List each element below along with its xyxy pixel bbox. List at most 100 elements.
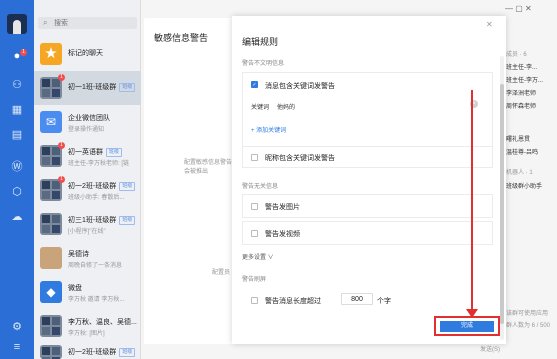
chat-snippet: [小程序]"在线" (68, 229, 106, 235)
unread-badge: 1 (58, 176, 65, 183)
member-item[interactable]: 温桂尊-吕鸣 (506, 147, 538, 156)
chat-snippet: 登录操作通知 (68, 127, 105, 133)
user-avatar[interactable] (7, 14, 27, 34)
chat-snippet: 李万秋: [图片] (68, 331, 105, 337)
list-item[interactable]: 1 初一2班-班级群 班级 班级小助手: 春散后... (34, 173, 141, 207)
modal-title: 编辑规则 (242, 37, 279, 47)
bot-item[interactable]: 班级群小助手 (506, 181, 542, 190)
list-item[interactable]: ◆ 微盘 李万秋 邀请 李万秋... (34, 275, 141, 309)
done-highlight: 完成 (434, 316, 500, 336)
group-avatar (40, 345, 62, 359)
wework-team-icon: ✉ (40, 111, 62, 133)
list-item[interactable]: 1 初一英语群 班级 班主任-李万秋老师: [链 (34, 139, 141, 173)
chat-snippet: 周晚自修了一条消息 (68, 263, 123, 269)
menu-icon[interactable]: ≡ (10, 340, 24, 354)
chat-name: 微盘 (68, 285, 82, 292)
search-icon: ⌕ (43, 18, 48, 27)
chat-snippet: 班级小助手: 春散后... (68, 195, 125, 201)
class-tag: 班级 (119, 215, 136, 225)
video-checkbox[interactable] (251, 230, 258, 237)
settings-icon[interactable]: ⚙ (10, 320, 24, 334)
cloud-icon[interactable]: ☁ (10, 210, 24, 224)
list-item[interactable]: 吴德诗 周晚自修了一条消息 (34, 241, 141, 275)
class-tag: 班级 (119, 82, 136, 92)
section-spam: 警告刷屏 (242, 277, 267, 283)
video-rule-box: 警告发视频 (242, 221, 493, 245)
image-checkbox-label: 警告发图片 (265, 204, 300, 211)
member-item[interactable]: 班主任-李... (506, 62, 537, 71)
keyword-value[interactable]: 他妈的 (277, 102, 295, 111)
member-item[interactable]: 周怀森老师 (506, 101, 536, 110)
left-rail: ● 1 ⚇ ▦ ▤ Ⓦ ⬡ ☁ ⚙ ≡ (0, 0, 34, 359)
contacts-icon[interactable]: ⚇ (10, 78, 24, 92)
sensitive-info-drawer: 敏感信息警告 配置敏感信息警告，将会被推出 配置员 (144, 18, 244, 344)
list-item[interactable]: 初一2班-班级群 班级 (34, 343, 141, 359)
video-checkbox-label: 警告发视频 (265, 231, 300, 238)
image-rule-box: 警告发图片 (242, 194, 493, 218)
edit-rule-modal: 编辑规则 ✕ 警告不文明信息 ✓ 消息包含关键词发警告 关键词 他妈的 + 添加… (232, 16, 506, 344)
keyword-checkbox[interactable]: ✓ (251, 81, 258, 88)
close-icon[interactable]: ✕ (486, 20, 493, 29)
chat-name: 李万秋、温良、吴德... (68, 319, 137, 326)
class-tag: 班级 (106, 147, 123, 157)
class-tag: 班级 (119, 347, 136, 357)
list-item[interactable]: ✉ 企业微信团队 登录操作通知 (34, 105, 141, 139)
member-item[interactable]: 李泽洲老师 (506, 88, 536, 97)
length-checkbox[interactable] (251, 297, 258, 304)
chat-list: ⌕ ★ 标记的聊天 1 初一1班-班级群班级 ✉ 企业微信团队 登录操作通知 1… (34, 0, 141, 359)
unread-dot: 1 (20, 49, 27, 56)
box-icon[interactable]: ⬡ (10, 185, 24, 199)
section-irrelevant: 警告无关信息 (242, 184, 279, 190)
length-input[interactable] (341, 293, 373, 305)
member-panel: 成员 · 6 班主任-李... 班主任-李万... 李泽洲老师 周怀森老师 曙礼… (500, 44, 556, 344)
group-avatar (40, 315, 62, 337)
chat-snippet: 李万秋 邀请 李万秋... (68, 297, 125, 303)
doc-icon[interactable]: Ⓦ (10, 160, 24, 174)
image-checkbox[interactable] (251, 203, 258, 210)
chat-name: 初一英语群 班级 (68, 147, 123, 157)
chat-name: 初三1班-班级群 班级 (68, 215, 136, 225)
chat-name: 吴德诗 (68, 251, 89, 258)
search-bar[interactable]: ⌕ (38, 17, 137, 29)
member-item[interactable]: 班主任-李万... (506, 75, 543, 84)
group-hint: 该群可使用应用 (506, 311, 549, 317)
list-item[interactable]: ★ 标记的聊天 (34, 37, 141, 71)
chat-name: 初一2班-班级群 班级 (68, 181, 136, 191)
nickname-checkbox-label: 昵称包含关键词发警告 (265, 155, 335, 162)
nickname-checkbox[interactable] (251, 154, 258, 161)
group-avatar (40, 213, 62, 235)
modal-scrollbar[interactable] (500, 56, 504, 340)
annotation-arrow (471, 90, 473, 312)
star-icon: ★ (40, 43, 62, 65)
weidisk-icon: ◆ (40, 281, 62, 303)
chat-name: 企业微信团队 (68, 115, 110, 122)
list-item[interactable]: 初三1班-班级群 班级 [小程序]"在线" (34, 207, 141, 241)
chat-snippet: 班主任-李万秋老师: [链 (68, 161, 129, 167)
unread-badge: 1 (58, 142, 65, 149)
chat-name: 标记的聊天 (68, 50, 103, 57)
list-item[interactable]: 1 初一1班-班级群 班级 (34, 71, 141, 105)
done-button[interactable]: 完成 (440, 321, 494, 332)
class-tag: 班级 (119, 181, 136, 191)
group-hint: 群人数为 6 / 500 (506, 323, 551, 329)
length-rule-box: 警告消息长度超过 个字 (242, 288, 493, 312)
window-controls[interactable]: — ▢ ✕ (505, 4, 532, 13)
unread-badge: 1 (58, 74, 65, 81)
more-settings-toggle[interactable]: 更多设置 ∨ (242, 252, 274, 261)
scrollbar-thumb[interactable] (500, 84, 504, 324)
workbench-icon[interactable]: ▤ (10, 128, 24, 142)
keyword-checkbox-label: 消息包含关键词发警告 (265, 83, 335, 90)
list-item[interactable]: 李万秋、温良、吴德... 李万秋: [图片] (34, 309, 141, 343)
send-button[interactable]: 发送(S) (480, 344, 500, 353)
drawer-description-2: 配置员 (212, 270, 231, 276)
add-keyword-link[interactable]: + 添加关键词 (251, 125, 286, 134)
chat-name: 初一1班-班级群 班级 (68, 82, 136, 92)
member-count: 成员 · 6 (506, 52, 527, 58)
person-avatar (40, 247, 62, 269)
section-uncivil: 警告不文明信息 (242, 61, 285, 67)
calendar-icon[interactable]: ▦ (10, 103, 24, 117)
search-input[interactable] (54, 17, 134, 29)
member-item[interactable]: 曙礼恩贯 (506, 134, 530, 143)
keyword-rule-box: ✓ 消息包含关键词发警告 关键词 他妈的 + 添加关键词 (242, 72, 493, 152)
length-unit: 个字 (377, 298, 391, 305)
